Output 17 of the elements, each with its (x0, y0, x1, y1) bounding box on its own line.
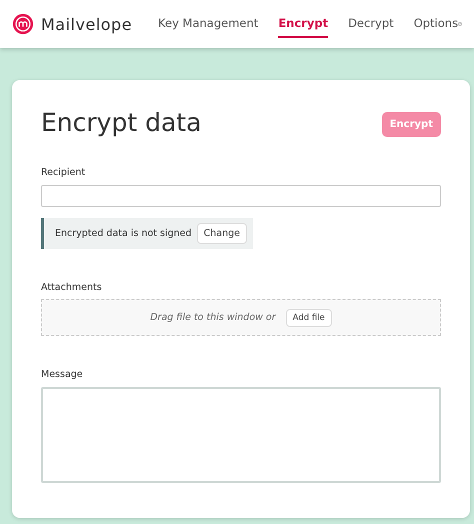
page-title: Encrypt data (41, 108, 202, 137)
change-button[interactable]: Change (196, 223, 247, 244)
drop-hint: Drag file to this window or (150, 312, 276, 323)
nav-tab[interactable]: Encrypt (278, 10, 328, 38)
field-label: Recipient (41, 167, 86, 178)
field-label: Message (41, 369, 84, 380)
nav-tab[interactable]: Options (414, 10, 458, 38)
message-field[interactable] (41, 387, 441, 483)
field-label: Attachments (41, 282, 103, 293)
notice-text: Encrypted data is not signed (55, 228, 192, 239)
logo-icon (12, 13, 34, 35)
app-name: Mailvelope (41, 14, 132, 34)
nav-tab[interactable]: Key Management (158, 10, 258, 38)
drop-zone[interactable]: Drag file to this window or Add file (41, 299, 441, 336)
add-file-button[interactable]: Add file (286, 308, 332, 326)
nav-tab[interactable]: Decrypt (348, 10, 394, 38)
recipient-field[interactable] (41, 185, 441, 207)
